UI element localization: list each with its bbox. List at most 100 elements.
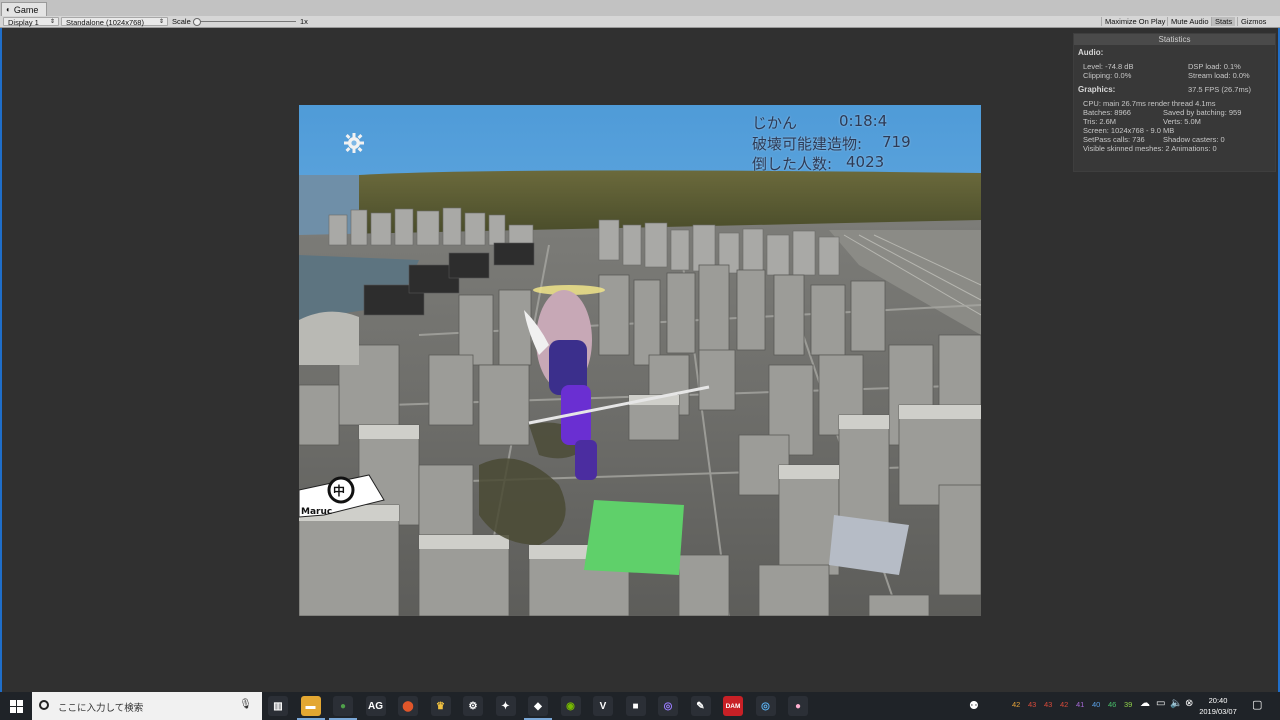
steam-label: ⚙ — [468, 700, 478, 712]
display-dropdown[interactable]: Display 1 ⇕ — [3, 17, 59, 27]
game-scene[interactable]: 中 Maruc — [299, 105, 981, 616]
microphone-icon[interactable]: 🎙 — [239, 699, 252, 710]
maximize-on-play-button[interactable]: Maximize On Play — [1101, 17, 1168, 26]
stats-button[interactable]: Stats — [1211, 17, 1236, 26]
stat-shadow-casters: Shadow casters: 0 — [1163, 135, 1225, 144]
stat-setpass: SetPass calls: 736 — [1083, 135, 1145, 144]
dropdown-arrow-icon: ⇕ — [49, 19, 55, 25]
mute-audio-button[interactable]: Mute Audio — [1167, 17, 1212, 26]
display-dropdown-label: Display 1 — [8, 18, 39, 27]
tray-temp-value[interactable]: 41 — [1076, 700, 1084, 709]
stat-dsp-load: DSP load: 0.1% — [1188, 62, 1241, 71]
stat-verts: Verts: 5.0M — [1163, 117, 1201, 126]
square-app-icon[interactable]: ■ — [625, 696, 646, 716]
network-icon[interactable]: ☁ — [1140, 698, 1150, 709]
mute-audio-label: Mute Audio — [1171, 17, 1209, 26]
stat-fps: 37.5 FPS (26.7ms) — [1188, 85, 1251, 94]
tab-bar: ◐ Game — [0, 0, 1280, 17]
tray-temp-value[interactable]: 43 — [1028, 700, 1036, 709]
svg-text:中: 中 — [333, 483, 345, 498]
stat-batches: Batches: 8966 — [1083, 108, 1131, 117]
resolution-dropdown[interactable]: Standalone (1024x768) ⇕ — [61, 17, 168, 27]
task-view-icon[interactable]: ▥ — [268, 696, 288, 716]
blender-figure-icon[interactable]: ✦ — [495, 696, 516, 716]
hud-buildings-value: 719 — [882, 133, 911, 151]
statistics-panel: Statistics Audio: Level: -74.8 dB DSP lo… — [1073, 33, 1276, 172]
stat-clipping: Clipping: 0.0% — [1083, 71, 1132, 80]
swirl-app-icon[interactable]: ◎ — [755, 696, 776, 716]
v-app-icon[interactable]: V — [593, 696, 613, 716]
hud-people-value: 4023 — [846, 153, 885, 171]
gizmos-label: Gizmos — [1241, 17, 1267, 26]
windows-taskbar: ここに入力して検索 🎙 ▥ ▬ ● AG ⬤ ♛ ⚙ ✦ ◆ ◉ V ■ ◎ ✎ DAM ◎ ● ⚉ 42 43 4… — [0, 692, 1280, 720]
maps-pin-icon[interactable]: ⬤ — [398, 696, 418, 716]
nvidia-icon[interactable]: ◉ — [560, 696, 581, 716]
tray-temp-value[interactable]: 40 — [1092, 700, 1100, 709]
stat-cpu: CPU: main 26.7ms render thread 4.1ms — [1083, 99, 1216, 108]
v-app-label: V — [599, 700, 607, 712]
taskbar-clock[interactable]: 20:40 2019/03/07 — [1196, 695, 1240, 717]
balloon-app-label: ● — [794, 700, 802, 712]
file-explorer-icon[interactable]: ▬ — [300, 696, 321, 716]
graphics-section-title: Graphics: — [1078, 85, 1116, 94]
tray-temp-value[interactable]: 39 — [1124, 700, 1132, 709]
action-center-icon[interactable]: ▢ — [1252, 698, 1262, 711]
stat-tris: Tris: 2.6M — [1083, 117, 1117, 126]
resolution-dropdown-label: Standalone (1024x768) — [66, 18, 144, 27]
maps-pin-label: ⬤ — [402, 700, 414, 712]
stat-stream-load: Stream load: 0.0% — [1188, 71, 1250, 80]
people-icon[interactable]: ⚉ — [969, 699, 979, 712]
scale-label: Scale — [172, 17, 191, 26]
settings-gear-icon[interactable] — [343, 132, 365, 154]
eye-app-icon[interactable]: ◎ — [658, 696, 678, 716]
stat-skinned-meshes: Visible skinned meshes: 2 Animations: 0 — [1083, 144, 1217, 153]
steam-icon[interactable]: ⚙ — [463, 696, 483, 716]
scale-slider-track[interactable] — [196, 21, 296, 22]
start-button[interactable] — [0, 692, 32, 720]
task-view-label: ▥ — [273, 700, 283, 712]
maruc-sign-text: Maruc — [301, 507, 332, 517]
chrome-icon[interactable]: ● — [333, 696, 353, 716]
tray-temp-value[interactable]: 43 — [1044, 700, 1052, 709]
tray-temp-value[interactable]: 42 — [1012, 700, 1020, 709]
taskbar-search-box[interactable]: ここに入力して検索 🎙 — [32, 692, 262, 720]
scale-value: 1x — [300, 17, 308, 26]
hud-people-label: 倒した人数: — [752, 155, 833, 173]
volume-icon[interactable]: 🔈 — [1170, 698, 1182, 709]
unity-icon[interactable]: ◆ — [528, 696, 548, 716]
nvidia-label: ◉ — [566, 700, 575, 712]
ag-app-icon[interactable]: AG — [365, 696, 386, 716]
chrome-label: ● — [339, 700, 347, 712]
maximize-on-play-label: Maximize On Play — [1105, 17, 1166, 26]
file-explorer-label: ▬ — [305, 700, 316, 712]
windows-logo-icon — [9, 699, 23, 713]
city-scene-render: 中 Maruc — [299, 105, 981, 616]
tab-game[interactable]: ◐ Game — [1, 2, 48, 17]
hud-time-value: 0:18:4 — [839, 112, 888, 130]
search-placeholder: ここに入力して検索 — [58, 703, 144, 714]
square-app-label: ■ — [632, 700, 639, 712]
balloon-app-icon[interactable]: ● — [788, 696, 808, 716]
scale-slider-handle[interactable] — [193, 18, 201, 26]
stat-screen: Screen: 1024x768 - 9.0 MB — [1083, 126, 1175, 135]
figure-app-label: ♛ — [436, 700, 445, 712]
inkscape-label: ✎ — [696, 700, 705, 712]
gizmos-button[interactable]: Gizmos — [1237, 17, 1269, 26]
close-circle-icon[interactable]: ⊗ — [1185, 698, 1193, 709]
inkscape-icon[interactable]: ✎ — [690, 696, 711, 716]
tray-temp-value[interactable]: 42 — [1060, 700, 1068, 709]
statistics-title: Statistics — [1074, 34, 1275, 45]
hud-time-label: じかん — [752, 114, 798, 132]
figure-app-icon[interactable]: ♛ — [430, 696, 451, 716]
clock-date: 2019/03/07 — [1199, 707, 1237, 716]
game-toolbar: Display 1 ⇕ Standalone (1024x768) ⇕ Scal… — [0, 16, 1280, 28]
battery-icon[interactable]: ▭ — [1156, 698, 1165, 709]
stat-saved-batching: Saved by batching: 959 — [1163, 108, 1242, 117]
dropdown-arrow-icon: ⇕ — [158, 19, 164, 25]
stats-label: Stats — [1215, 17, 1233, 26]
tab-game-label: Game — [13, 5, 39, 15]
dam-app-icon[interactable]: DAM — [723, 696, 743, 716]
eye-app-label: ◎ — [663, 700, 673, 712]
tray-temp-value[interactable]: 46 — [1108, 700, 1116, 709]
blender-figure-label: ✦ — [501, 700, 510, 712]
